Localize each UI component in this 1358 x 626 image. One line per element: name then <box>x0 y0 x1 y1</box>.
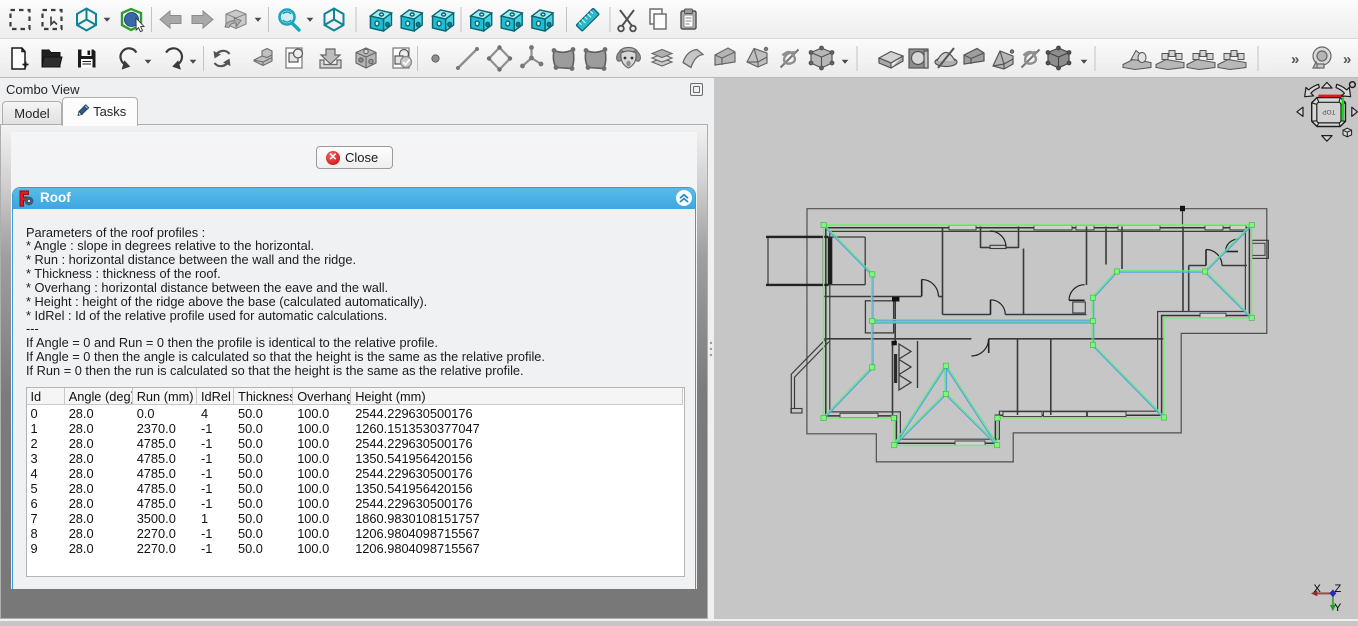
svg-text:Z: Z <box>1335 583 1342 595</box>
svg-text:X: X <box>1314 583 1322 595</box>
svg-text:»: » <box>1343 51 1351 68</box>
svg-text:TOP: TOP <box>1322 108 1335 115</box>
svg-text:»: » <box>1291 51 1299 68</box>
svg-text:Y: Y <box>1334 602 1342 614</box>
